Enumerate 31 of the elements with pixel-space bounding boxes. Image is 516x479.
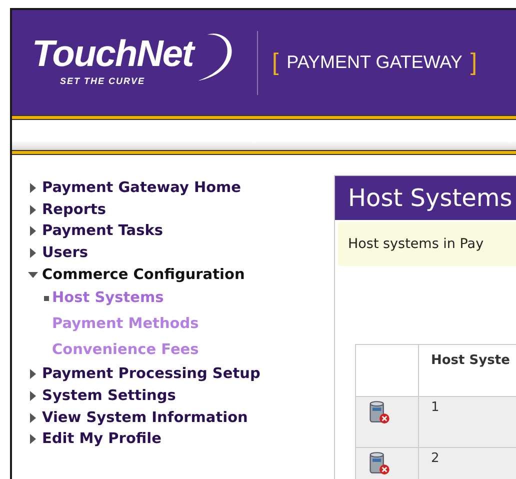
- collapsed-arrow-icon[interactable]: [30, 434, 36, 444]
- nav-link[interactable]: View System Information: [42, 410, 248, 426]
- collapsed-arrow-icon[interactable]: [30, 226, 36, 236]
- delete-trash-icon[interactable]: [368, 451, 390, 475]
- table-cell: 2: [418, 448, 516, 479]
- collapsed-arrow-icon[interactable]: [30, 182, 36, 193]
- info-note: Host systems in Pay: [338, 222, 516, 266]
- logo-tagline: SET THE CURVE: [60, 76, 146, 86]
- nav-link[interactable]: Commerce Configuration: [42, 266, 245, 283]
- table-cell: 1: [418, 396, 516, 448]
- bracket: [: [272, 48, 279, 76]
- sub-nav-link[interactable]: Host Systems: [52, 290, 164, 306]
- nav-link[interactable]: Payment Processing Setup: [42, 366, 260, 382]
- collapsed-arrow-icon[interactable]: [30, 412, 36, 423]
- nav-link[interactable]: Payment Gateway Home: [42, 180, 241, 196]
- logo-text: TouchNet: [32, 34, 194, 74]
- nav-link[interactable]: Users: [42, 244, 88, 261]
- expanded-arrow-icon[interactable]: [28, 272, 38, 278]
- page-title: Host Systems: [335, 176, 516, 220]
- collapsed-arrow-icon[interactable]: [30, 248, 36, 258]
- collapsed-arrow-icon[interactable]: [30, 204, 36, 215]
- collapsed-arrow-icon[interactable]: [30, 369, 36, 380]
- nav-link[interactable]: Payment Tasks: [42, 223, 163, 240]
- collapsed-arrow-icon[interactable]: [30, 390, 36, 401]
- nav-link[interactable]: Edit My Profile: [42, 431, 162, 448]
- nav-link[interactable]: Reports: [42, 202, 106, 218]
- square-bullet-icon: [44, 296, 49, 301]
- delete-trash-icon[interactable]: [368, 400, 390, 424]
- nav-link[interactable]: System Settings: [42, 388, 176, 404]
- bracket: ]: [470, 48, 478, 76]
- product-name: PAYMENT GATEWAY: [286, 52, 462, 73]
